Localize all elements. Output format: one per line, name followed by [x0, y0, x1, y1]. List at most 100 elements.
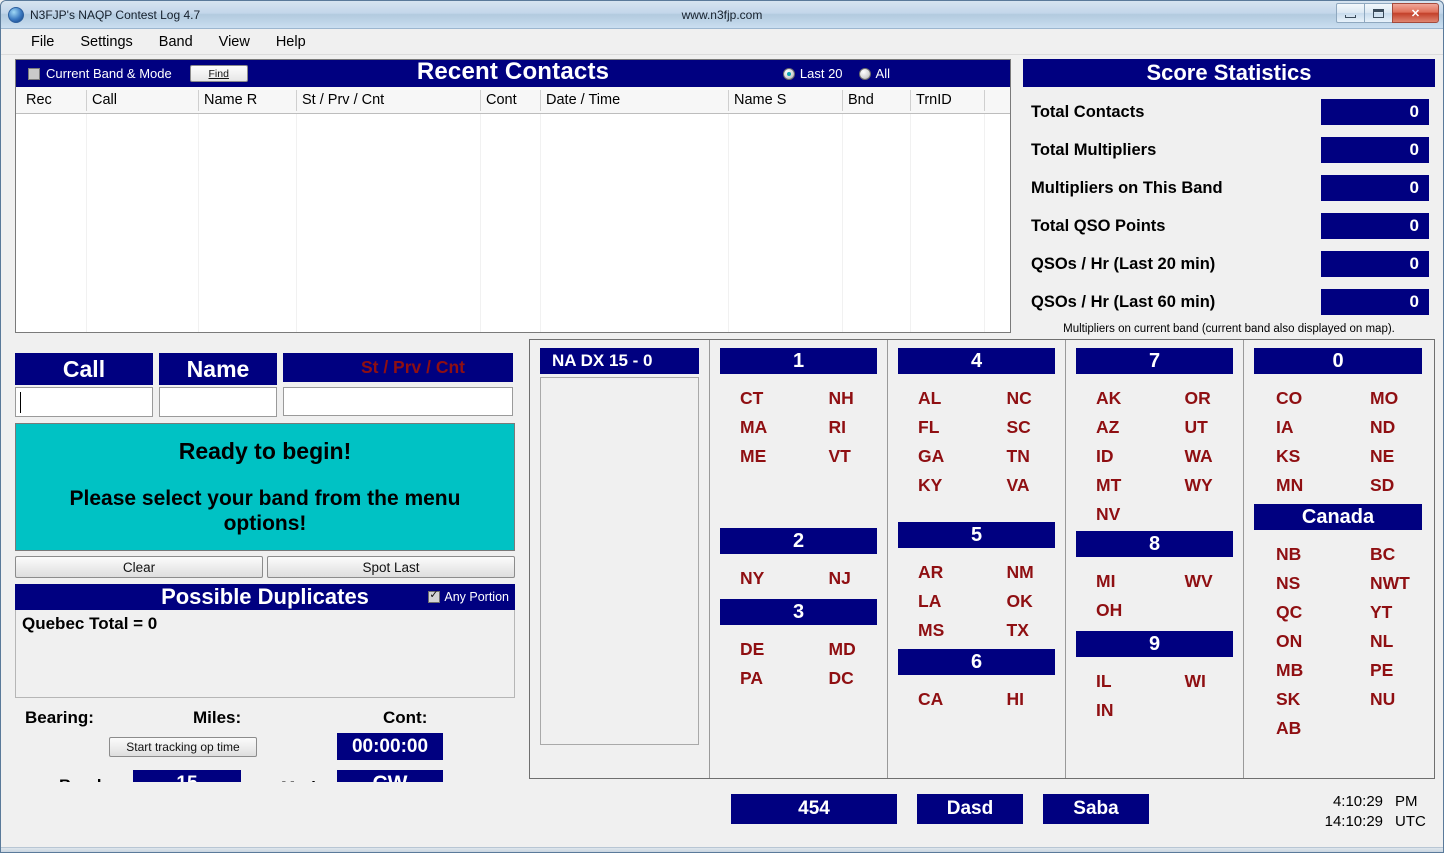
- state-ct[interactable]: CT: [710, 384, 799, 413]
- state-sd[interactable]: SD: [1338, 471, 1432, 500]
- state-ma[interactable]: MA: [710, 413, 799, 442]
- current-band-mode-checkbox[interactable]: [28, 67, 40, 80]
- state-va[interactable]: VA: [977, 471, 1066, 500]
- state-il[interactable]: IL: [1066, 667, 1155, 696]
- state-nm[interactable]: NM: [977, 558, 1066, 587]
- state-co[interactable]: CO: [1244, 384, 1338, 413]
- state-ga[interactable]: GA: [888, 442, 977, 471]
- state-tn[interactable]: TN: [977, 442, 1066, 471]
- recent-contacts-rows[interactable]: [16, 114, 1010, 332]
- state-hi[interactable]: HI: [977, 685, 1066, 714]
- state-mi[interactable]: MI: [1066, 567, 1155, 596]
- state-ny[interactable]: NY: [710, 564, 799, 593]
- menu-item-view[interactable]: View: [207, 31, 262, 53]
- local-time-suffix: PM: [1395, 793, 1418, 810]
- state-ca[interactable]: CA: [888, 685, 977, 714]
- province-nu[interactable]: NU: [1338, 685, 1432, 714]
- state-wi[interactable]: WI: [1155, 667, 1244, 696]
- state-wv[interactable]: WV: [1155, 567, 1244, 596]
- column-header-call[interactable]: Call: [92, 92, 117, 108]
- radio-last-20[interactable]: Last 20: [782, 66, 843, 81]
- menu-item-settings[interactable]: Settings: [68, 31, 144, 53]
- start-tracking-op-time-button[interactable]: Start tracking op time: [109, 737, 257, 757]
- call-input[interactable]: [15, 387, 153, 417]
- state-sc[interactable]: SC: [977, 413, 1066, 442]
- province-yt[interactable]: YT: [1338, 598, 1432, 627]
- column-header-date-time[interactable]: Date / Time: [546, 92, 620, 108]
- state-ia[interactable]: IA: [1244, 413, 1338, 442]
- province-sk[interactable]: SK: [1244, 685, 1338, 714]
- clear-button[interactable]: Clear: [15, 556, 263, 578]
- window-controls: ✕: [1336, 3, 1439, 23]
- state-al[interactable]: AL: [888, 384, 977, 413]
- state-nj[interactable]: NJ: [799, 564, 888, 593]
- province-mb[interactable]: MB: [1244, 656, 1338, 685]
- state-ok[interactable]: OK: [977, 587, 1066, 616]
- state-oh[interactable]: OH: [1066, 596, 1155, 625]
- state-ut[interactable]: UT: [1155, 413, 1244, 442]
- spot-last-button[interactable]: Spot Last: [267, 556, 515, 578]
- st-prv-cnt-input[interactable]: [283, 387, 513, 416]
- nadx-list[interactable]: [540, 377, 699, 745]
- multiplier-column-1-2-3: 1 CT MA ME NH RI VT 2 NY NJ 3 DE PA MD D…: [710, 340, 888, 778]
- state-or[interactable]: OR: [1155, 384, 1244, 413]
- state-mt[interactable]: MT: [1066, 471, 1155, 500]
- name-input[interactable]: [159, 387, 277, 417]
- province-on[interactable]: ON: [1244, 627, 1338, 656]
- possible-duplicates-body[interactable]: Quebec Total = 0: [15, 610, 515, 698]
- state-pa[interactable]: PA: [710, 664, 799, 693]
- state-ri[interactable]: RI: [799, 413, 888, 442]
- state-az[interactable]: AZ: [1066, 413, 1155, 442]
- maximize-button[interactable]: [1364, 3, 1393, 23]
- state-me[interactable]: ME: [710, 442, 799, 471]
- province-bc[interactable]: BC: [1338, 540, 1432, 569]
- menu-item-help[interactable]: Help: [264, 31, 318, 53]
- state-ms[interactable]: MS: [888, 616, 977, 645]
- state-vt[interactable]: VT: [799, 442, 888, 471]
- province-ab[interactable]: AB: [1244, 714, 1338, 743]
- state-nh[interactable]: NH: [799, 384, 888, 413]
- column-header-cont[interactable]: Cont: [486, 92, 517, 108]
- column-header-st-prv-cnt[interactable]: St / Prv / Cnt: [302, 92, 384, 108]
- column-header-name-r[interactable]: Name R: [204, 92, 257, 108]
- column-header-rec[interactable]: Rec: [26, 92, 52, 108]
- column-header-trnid[interactable]: TrnID: [916, 92, 952, 108]
- menu-item-file[interactable]: File: [19, 31, 66, 53]
- state-mo[interactable]: MO: [1338, 384, 1432, 413]
- state-md[interactable]: MD: [799, 635, 888, 664]
- close-button[interactable]: ✕: [1392, 3, 1439, 23]
- radio-last-20-dot-icon: [782, 67, 795, 80]
- state-ak[interactable]: AK: [1066, 384, 1155, 413]
- radio-all[interactable]: All: [858, 66, 890, 81]
- state-la[interactable]: LA: [888, 587, 977, 616]
- province-qc[interactable]: QC: [1244, 598, 1338, 627]
- province-nb[interactable]: NB: [1244, 540, 1338, 569]
- minimize-button[interactable]: [1336, 3, 1365, 23]
- state-ky[interactable]: KY: [888, 471, 977, 500]
- column-header-bnd[interactable]: Bnd: [848, 92, 874, 108]
- state-mn[interactable]: MN: [1244, 471, 1338, 500]
- state-ar[interactable]: AR: [888, 558, 977, 587]
- province-nwt[interactable]: NWT: [1338, 569, 1432, 598]
- state-de[interactable]: DE: [710, 635, 799, 664]
- state-id[interactable]: ID: [1066, 442, 1155, 471]
- find-button[interactable]: Find: [189, 65, 248, 82]
- province-pe[interactable]: PE: [1338, 656, 1432, 685]
- state-tx[interactable]: TX: [977, 616, 1066, 645]
- province-ns[interactable]: NS: [1244, 569, 1338, 598]
- province-nl[interactable]: NL: [1338, 627, 1432, 656]
- column-header-name-s[interactable]: Name S: [734, 92, 786, 108]
- menu-item-band[interactable]: Band: [147, 31, 205, 53]
- state-wa[interactable]: WA: [1155, 442, 1244, 471]
- state-nd[interactable]: ND: [1338, 413, 1432, 442]
- state-dc[interactable]: DC: [799, 664, 888, 693]
- any-portion-toggle[interactable]: Any Portion: [428, 589, 509, 604]
- state-ks[interactable]: KS: [1244, 442, 1338, 471]
- state-wy[interactable]: WY: [1155, 471, 1244, 500]
- state-nv[interactable]: NV: [1066, 500, 1155, 529]
- state-ne[interactable]: NE: [1338, 442, 1432, 471]
- state-in[interactable]: IN: [1066, 696, 1155, 725]
- state-nc[interactable]: NC: [977, 384, 1066, 413]
- any-portion-checkbox[interactable]: [428, 589, 441, 603]
- state-fl[interactable]: FL: [888, 413, 977, 442]
